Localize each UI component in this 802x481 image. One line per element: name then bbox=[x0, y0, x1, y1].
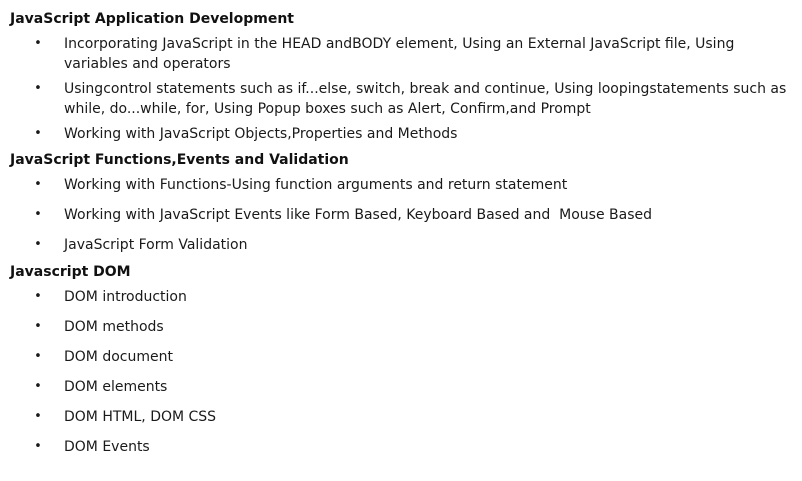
list-item-text: DOM Events bbox=[64, 439, 150, 455]
list-item-text: Working with JavaScript Objects,Properti… bbox=[64, 126, 458, 142]
list-item-text: DOM document bbox=[64, 349, 173, 365]
list-item-text: Incorporating JavaScript in the HEAD and… bbox=[64, 36, 735, 72]
list-item-text: DOM introduction bbox=[64, 289, 187, 305]
list-item: • Working with Functions-Using function a… bbox=[10, 175, 802, 195]
list-item: • DOM HTML, DOM CSS bbox=[10, 407, 802, 427]
list-item: • DOM document bbox=[10, 347, 802, 367]
list-item: • DOM elements bbox=[10, 377, 802, 397]
section-javascript-application-development: JavaScript Application Development • Inco… bbox=[10, 10, 802, 144]
bullet-icon: • bbox=[34, 349, 42, 364]
section-title: JavaScript Functions,Events and Validati… bbox=[10, 152, 349, 168]
list-item-text: Working with JavaScript Events like Form… bbox=[64, 207, 653, 223]
bullet-list: • DOM introduction • DOM methods • DOM docu… bbox=[10, 287, 802, 457]
bullet-list: • Working with Functions-Using function a… bbox=[10, 175, 802, 255]
section-title: Javascript DOM bbox=[10, 264, 131, 280]
bullet-icon: • bbox=[34, 177, 42, 192]
bullet-icon: • bbox=[34, 439, 42, 454]
bullet-icon: • bbox=[34, 126, 42, 141]
list-item-text: DOM methods bbox=[64, 319, 164, 335]
document-page: JavaScript Application Development • Inco… bbox=[0, 0, 802, 481]
bullet-icon: • bbox=[34, 81, 42, 96]
list-item-text: DOM elements bbox=[64, 379, 168, 395]
list-item: • DOM introduction bbox=[10, 287, 802, 307]
list-item-text: Working with Functions-Using function ar… bbox=[64, 177, 568, 193]
bullet-icon: • bbox=[34, 289, 42, 304]
bullet-icon: • bbox=[34, 237, 42, 252]
list-item: • Working with JavaScript Events like For… bbox=[10, 205, 802, 225]
section-title: JavaScript Application Development bbox=[10, 11, 294, 27]
list-item-text: Usingcontrol statements such as if...els… bbox=[64, 81, 787, 117]
list-item: • Usingcontrol statements such as if...el… bbox=[10, 79, 802, 119]
list-item-text: DOM HTML, DOM CSS bbox=[64, 409, 217, 425]
list-item: • JavaScript Form Validation bbox=[10, 235, 802, 255]
list-item: • DOM Events bbox=[10, 437, 802, 457]
bullet-icon: • bbox=[34, 319, 42, 334]
section-javascript-dom: Javascript DOM • DOM introduction • DOM me… bbox=[10, 263, 802, 457]
list-item: • DOM methods bbox=[10, 317, 802, 337]
list-item: • Working with JavaScript Objects,Propert… bbox=[10, 124, 802, 144]
bullet-icon: • bbox=[34, 207, 42, 222]
bullet-icon: • bbox=[34, 409, 42, 424]
bullet-icon: • bbox=[34, 379, 42, 394]
bullet-list: • Incorporating JavaScript in the HEAD an… bbox=[10, 34, 802, 144]
list-item: • Incorporating JavaScript in the HEAD an… bbox=[10, 34, 802, 74]
section-javascript-functions-events-validation: JavaScript Functions,Events and Validati… bbox=[10, 151, 802, 255]
list-item-text: JavaScript Form Validation bbox=[64, 237, 248, 253]
bullet-icon: • bbox=[34, 36, 42, 51]
